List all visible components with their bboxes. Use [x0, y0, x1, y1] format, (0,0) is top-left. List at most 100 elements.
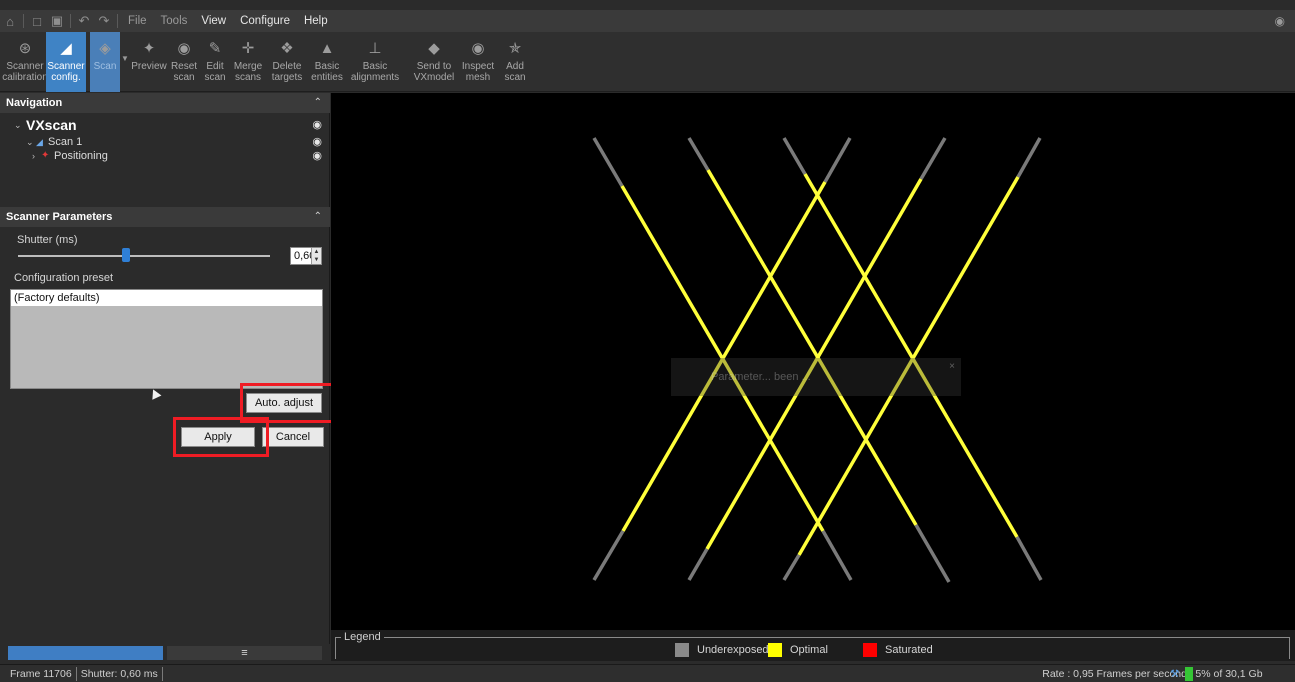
close-icon[interactable]: × [949, 348, 955, 386]
menu-bar: ⌂ □ ▣ ↶ ↷ File Tools View Configure Help… [0, 10, 1295, 32]
shutter-spin-arrows-icon[interactable]: ▲ ▼ [311, 248, 321, 264]
basic-entities-button[interactable]: ▲ Basic entities [308, 32, 346, 92]
legend-label: Optimal [790, 644, 828, 656]
laser-line-underexposed [782, 137, 807, 175]
preset-item-factory-defaults[interactable]: (Factory defaults) [11, 290, 322, 306]
legend-item-saturated: Saturated [863, 642, 933, 658]
visibility-eye-icon[interactable]: ◉ [312, 117, 322, 133]
cancel-button[interactable]: Cancel [262, 427, 324, 447]
button-label: calibration [2, 72, 48, 83]
swatch-red [863, 643, 877, 657]
notification-text: Parameter... been ... [711, 371, 811, 383]
reset-scan-button[interactable]: ◉ Reset scan [168, 32, 200, 92]
laser-line-underexposed [914, 524, 951, 583]
button-label: Send to [416, 61, 452, 72]
scanner-config-button[interactable]: ◢ Scanner config. [46, 32, 86, 92]
legend-panel: Legend Underexposed Optimal Saturated [331, 630, 1295, 661]
camera-icon[interactable]: ◉ [1275, 14, 1285, 28]
save-icon[interactable]: ▣ [47, 10, 67, 32]
basic-alignments-button[interactable]: ⊥ Basic alignments [346, 32, 404, 92]
laser-line-underexposed [919, 137, 947, 180]
button-label: mesh [465, 72, 491, 83]
laser-line-underexposed [821, 530, 853, 581]
chevron-down-icon[interactable]: ⌄ [26, 135, 34, 149]
edit-scan-icon: ✎ [208, 39, 222, 57]
panel-tab-list[interactable]: ≡ [167, 646, 322, 660]
inspect-mesh-button[interactable]: ◉ Inspect mesh [458, 32, 498, 92]
panel-tab-strip: ≡ [0, 646, 330, 660]
basic-alignments-icon: ⊥ [368, 39, 382, 57]
add-scan-button[interactable]: ✯ Add scan [498, 32, 532, 92]
menu-file[interactable]: File [121, 10, 154, 32]
laser-line-underexposed [1015, 536, 1043, 581]
panel-tab-tree[interactable] [8, 646, 163, 660]
menu-configure[interactable]: Configure [233, 10, 297, 32]
ribbon-toolbar: ⊛ Scanner calibration ◢ Scanner config. … [0, 32, 1295, 92]
scan-icon: ◢ [36, 137, 43, 147]
shutter-slider-track[interactable] [18, 255, 270, 257]
basic-entities-icon: ▲ [319, 39, 335, 57]
frame-counter: Frame 11706 [10, 668, 72, 680]
tree-item-scan-1[interactable]: ⌄ ◢ Scan 1 ◉ [0, 135, 330, 149]
button-label: Reset [170, 61, 198, 72]
preview-button[interactable]: ✦ Preview [130, 32, 168, 92]
laser-line-underexposed [782, 554, 801, 581]
menu-help[interactable]: Help [297, 10, 335, 32]
tree-root-label: VXscan [26, 117, 77, 133]
scan-dropdown-arrow[interactable]: ▼ [120, 32, 130, 91]
laser-line-optimal [706, 169, 918, 526]
legend-item-optimal: Optimal [768, 642, 828, 658]
chevron-right-icon[interactable]: › [32, 149, 35, 163]
visibility-eye-icon[interactable]: ◉ [312, 149, 322, 163]
merge-scans-button[interactable]: ✛ Merge scans [230, 32, 266, 92]
visibility-eye-icon[interactable]: ◉ [312, 135, 322, 149]
shutter-status: Shutter: 0,60 ms [80, 668, 158, 680]
scanner-calibration-button[interactable]: ⊛ Scanner calibration [2, 32, 48, 92]
scan-button[interactable]: ◈ Scan [90, 32, 120, 92]
chevron-down-icon[interactable]: ⌄ [14, 117, 22, 133]
laser-line-underexposed [687, 548, 709, 581]
disk-usage-bar [1185, 667, 1194, 681]
menu-tools[interactable]: Tools [154, 10, 195, 32]
button-label: Delete [272, 61, 302, 72]
scanner-parameters-header[interactable]: Scanner Parameters ⌃ [0, 207, 330, 227]
collapse-caret-icon[interactable]: ⌃ [314, 93, 322, 113]
redo-icon[interactable]: ↷ [94, 10, 114, 32]
button-label: config. [51, 72, 81, 83]
configuration-preset-list[interactable]: (Factory defaults) [10, 289, 323, 389]
delete-targets-button[interactable]: ❖ Delete targets [266, 32, 308, 92]
navigation-title: Navigation [6, 97, 63, 109]
tree-item-positioning[interactable]: › ✦ Positioning ◉ [0, 149, 330, 163]
separator [117, 14, 118, 28]
laser-line-optimal [621, 181, 827, 532]
laser-line-underexposed [592, 530, 625, 581]
button-label: Add [506, 61, 524, 72]
reset-scan-icon: ◉ [177, 39, 191, 57]
menu-view[interactable]: View [194, 10, 233, 32]
send-to-vxmodel-button[interactable]: ◆ Send to VXmodel [410, 32, 458, 92]
collapse-caret-icon[interactable]: ⌃ [314, 207, 322, 227]
tree-scan-label: Scan 1 [48, 136, 83, 148]
edit-scan-button[interactable]: ✎ Edit scan [200, 32, 230, 92]
frame-rate: Rate : 0,95 Frames per second [1042, 668, 1187, 680]
button-label: scan [173, 72, 195, 83]
laser-line-underexposed [687, 137, 710, 171]
scan-viewport[interactable]: Parameter... been ... × [331, 93, 1295, 630]
new-file-icon[interactable]: □ [27, 10, 47, 32]
legend-label: Saturated [885, 644, 933, 656]
mouse-cursor-icon [148, 387, 162, 400]
button-label: scan [504, 72, 526, 83]
calibration-icon: ⊛ [18, 39, 32, 57]
status-left: Frame 11706 Shutter: 0,60 ms [10, 665, 167, 682]
navigation-header[interactable]: Navigation ⌃ [0, 93, 330, 113]
highlight-box [173, 417, 269, 457]
home-icon[interactable]: ⌂ [0, 10, 20, 32]
separator [70, 14, 71, 28]
undo-icon[interactable]: ↶ [74, 10, 94, 32]
laser-line-underexposed [1016, 137, 1042, 178]
tree-item-vxscan[interactable]: ⌄ VXscan ◉ [0, 117, 330, 133]
configuration-preset-label: Configuration preset [14, 272, 114, 284]
shutter-slider-thumb[interactable] [122, 248, 131, 262]
button-label: entities [311, 72, 343, 83]
button-label: targets [271, 72, 303, 83]
